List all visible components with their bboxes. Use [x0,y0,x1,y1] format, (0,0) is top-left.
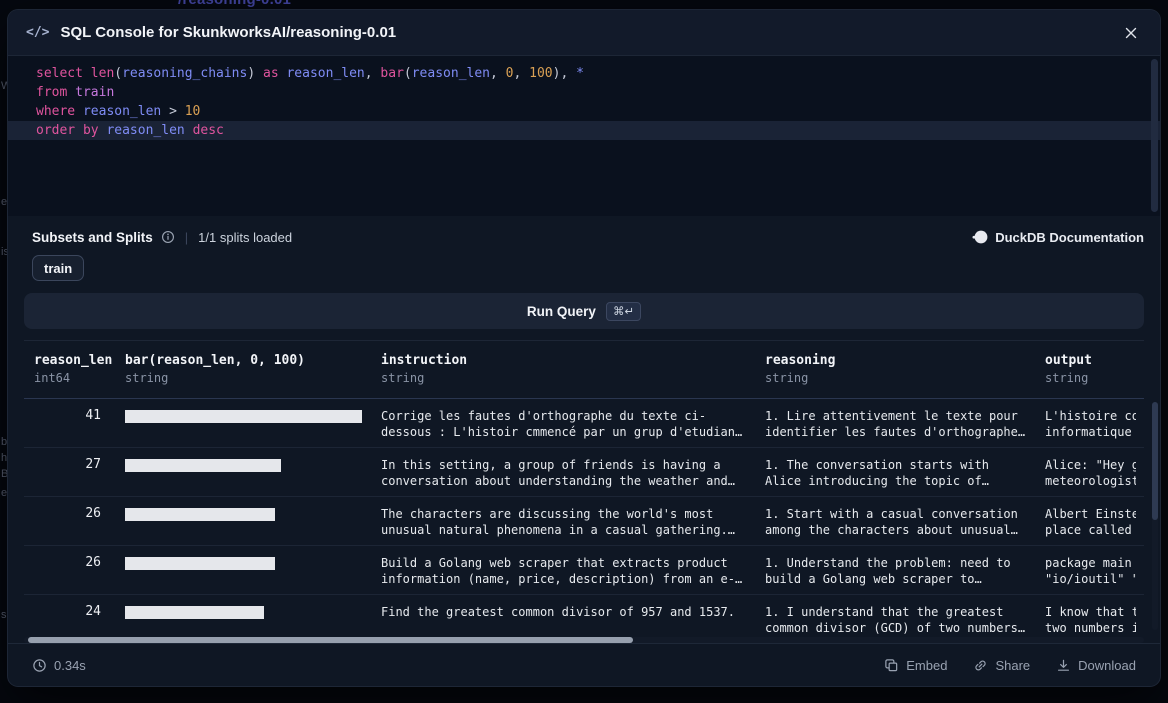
cell-output: I know that t two numbers i [1035,595,1144,636]
clock-icon [32,658,47,673]
editor-vertical-scrollbar[interactable] [1151,59,1158,212]
cell-output: L'histoire co informatique [1035,399,1144,447]
cell-reason-len: 24 [24,595,115,636]
duckdb-documentation-link[interactable]: DuckDB Documentation [972,229,1144,245]
column-header-reasoning: reasoning string [755,341,1035,398]
cell-reason-len: 27 [24,448,115,496]
column-header-reason-len: reason_len int64 [24,341,115,398]
cell-reasoning: 1. Understand the problem: need to build… [755,546,1035,594]
keyboard-shortcut-badge: ⌘↵ [606,302,641,321]
cell-reasoning: 1. The conversation starts with Alice in… [755,448,1035,496]
table-row[interactable]: 26 Build a Golang web scraper that extra… [24,546,1144,595]
table-vertical-scrollbar-thumb[interactable] [1152,402,1158,520]
query-duration-value: 0.34s [54,658,86,673]
cell-reasoning: 1. Start with a casual conversation amon… [755,497,1035,545]
cell-output: Alice: "Hey g meteorologist [1035,448,1144,496]
cell-reasoning: 1. I understand that the greatest common… [755,595,1035,636]
modal-footer: 0.34s Embed Share Download [8,643,1160,686]
run-query-label: Run Query [527,304,596,319]
column-header-bar: bar(reason_len, 0, 100) string [115,341,371,398]
cell-bar [115,399,371,447]
duckdb-documentation-label: DuckDB Documentation [995,230,1144,245]
cell-bar [115,448,371,496]
table-row[interactable]: 27 In this setting, a group of friends i… [24,448,1144,497]
sql-line-3: where reason_len > 10 [8,102,1160,121]
divider: | [185,230,188,245]
subsets-heading: Subsets and Splits [32,230,153,245]
subsets-row: Subsets and Splits | 1/1 splits loaded D… [32,229,1144,245]
cell-output: package main "io/ioutil" " [1035,546,1144,594]
cell-reason-len: 26 [24,546,115,594]
table-row[interactable]: 41 Corrige les fautes d'orthographe du t… [24,399,1144,448]
cell-reason-len: 41 [24,399,115,447]
table-vertical-scrollbar[interactable] [1152,402,1158,630]
cell-reason-len: 26 [24,497,115,545]
cell-bar [115,497,371,545]
info-icon[interactable] [161,230,175,244]
table-row[interactable]: 24 Find the greatest common divisor of 9… [24,595,1144,636]
embed-icon [884,658,899,673]
query-duration: 0.34s [32,658,86,673]
download-button[interactable]: Download [1056,658,1136,673]
download-label: Download [1078,658,1136,673]
modal-header: </> SQL Console for SkunkworksAI/reasoni… [8,10,1160,56]
share-label: Share [995,658,1030,673]
splits-loaded-status: 1/1 splits loaded [198,230,292,245]
footer-actions: Embed Share Download [884,658,1136,673]
cell-instruction: Corrige les fautes d'orthographe du text… [371,399,755,447]
value-bar [125,410,362,423]
duckdb-logo-icon [972,229,988,245]
table-header-row: reason_len int64 bar(reason_len, 0, 100)… [24,341,1144,399]
cell-instruction: Build a Golang web scraper that extracts… [371,546,755,594]
run-query-button[interactable]: Run Query ⌘↵ [24,293,1144,329]
sql-console-modal: </> SQL Console for SkunkworksAI/reasoni… [8,10,1160,686]
value-bar [125,606,264,619]
embed-label: Embed [906,658,947,673]
share-button[interactable]: Share [973,658,1030,673]
value-bar [125,508,275,521]
cell-bar [115,546,371,594]
modal-title: SQL Console for SkunkworksAI/reasoning-0… [60,24,396,41]
sql-line-1: select len(reasoning_chains) as reason_l… [8,64,1160,83]
embed-button[interactable]: Embed [884,658,947,673]
cell-reasoning: 1. Lire attentivement le texte pour iden… [755,399,1035,447]
sql-line-4-active: order by reason_len desc [8,121,1160,140]
cell-instruction: Find the greatest common divisor of 957 … [371,595,755,636]
column-header-output: output string [1035,341,1144,398]
value-bar [125,459,281,472]
sql-editor[interactable]: select len(reasoning_chains) as reason_l… [8,56,1160,216]
cell-bar [115,595,371,636]
column-header-instruction: instruction string [371,341,755,398]
background-page-title-fragment: /reasoning-0.01 [178,0,291,8]
download-icon [1056,658,1071,673]
cell-output: Albert Einste place called [1035,497,1144,545]
sql-line-2: from train [8,83,1160,102]
split-chip-train[interactable]: train [32,255,84,281]
results-table: reason_len int64 bar(reason_len, 0, 100)… [24,340,1144,636]
value-bar [125,557,275,570]
close-icon[interactable] [1120,22,1142,44]
code-icon: </> [26,25,49,40]
share-link-icon [973,658,988,673]
background-left-strip: WeisbhBes [0,0,8,703]
cell-instruction: The characters are discussing the world'… [371,497,755,545]
table-row[interactable]: 26 The characters are discussing the wor… [24,497,1144,546]
table-body: 41 Corrige les fautes d'orthographe du t… [24,399,1144,636]
cell-instruction: In this setting, a group of friends is h… [371,448,755,496]
